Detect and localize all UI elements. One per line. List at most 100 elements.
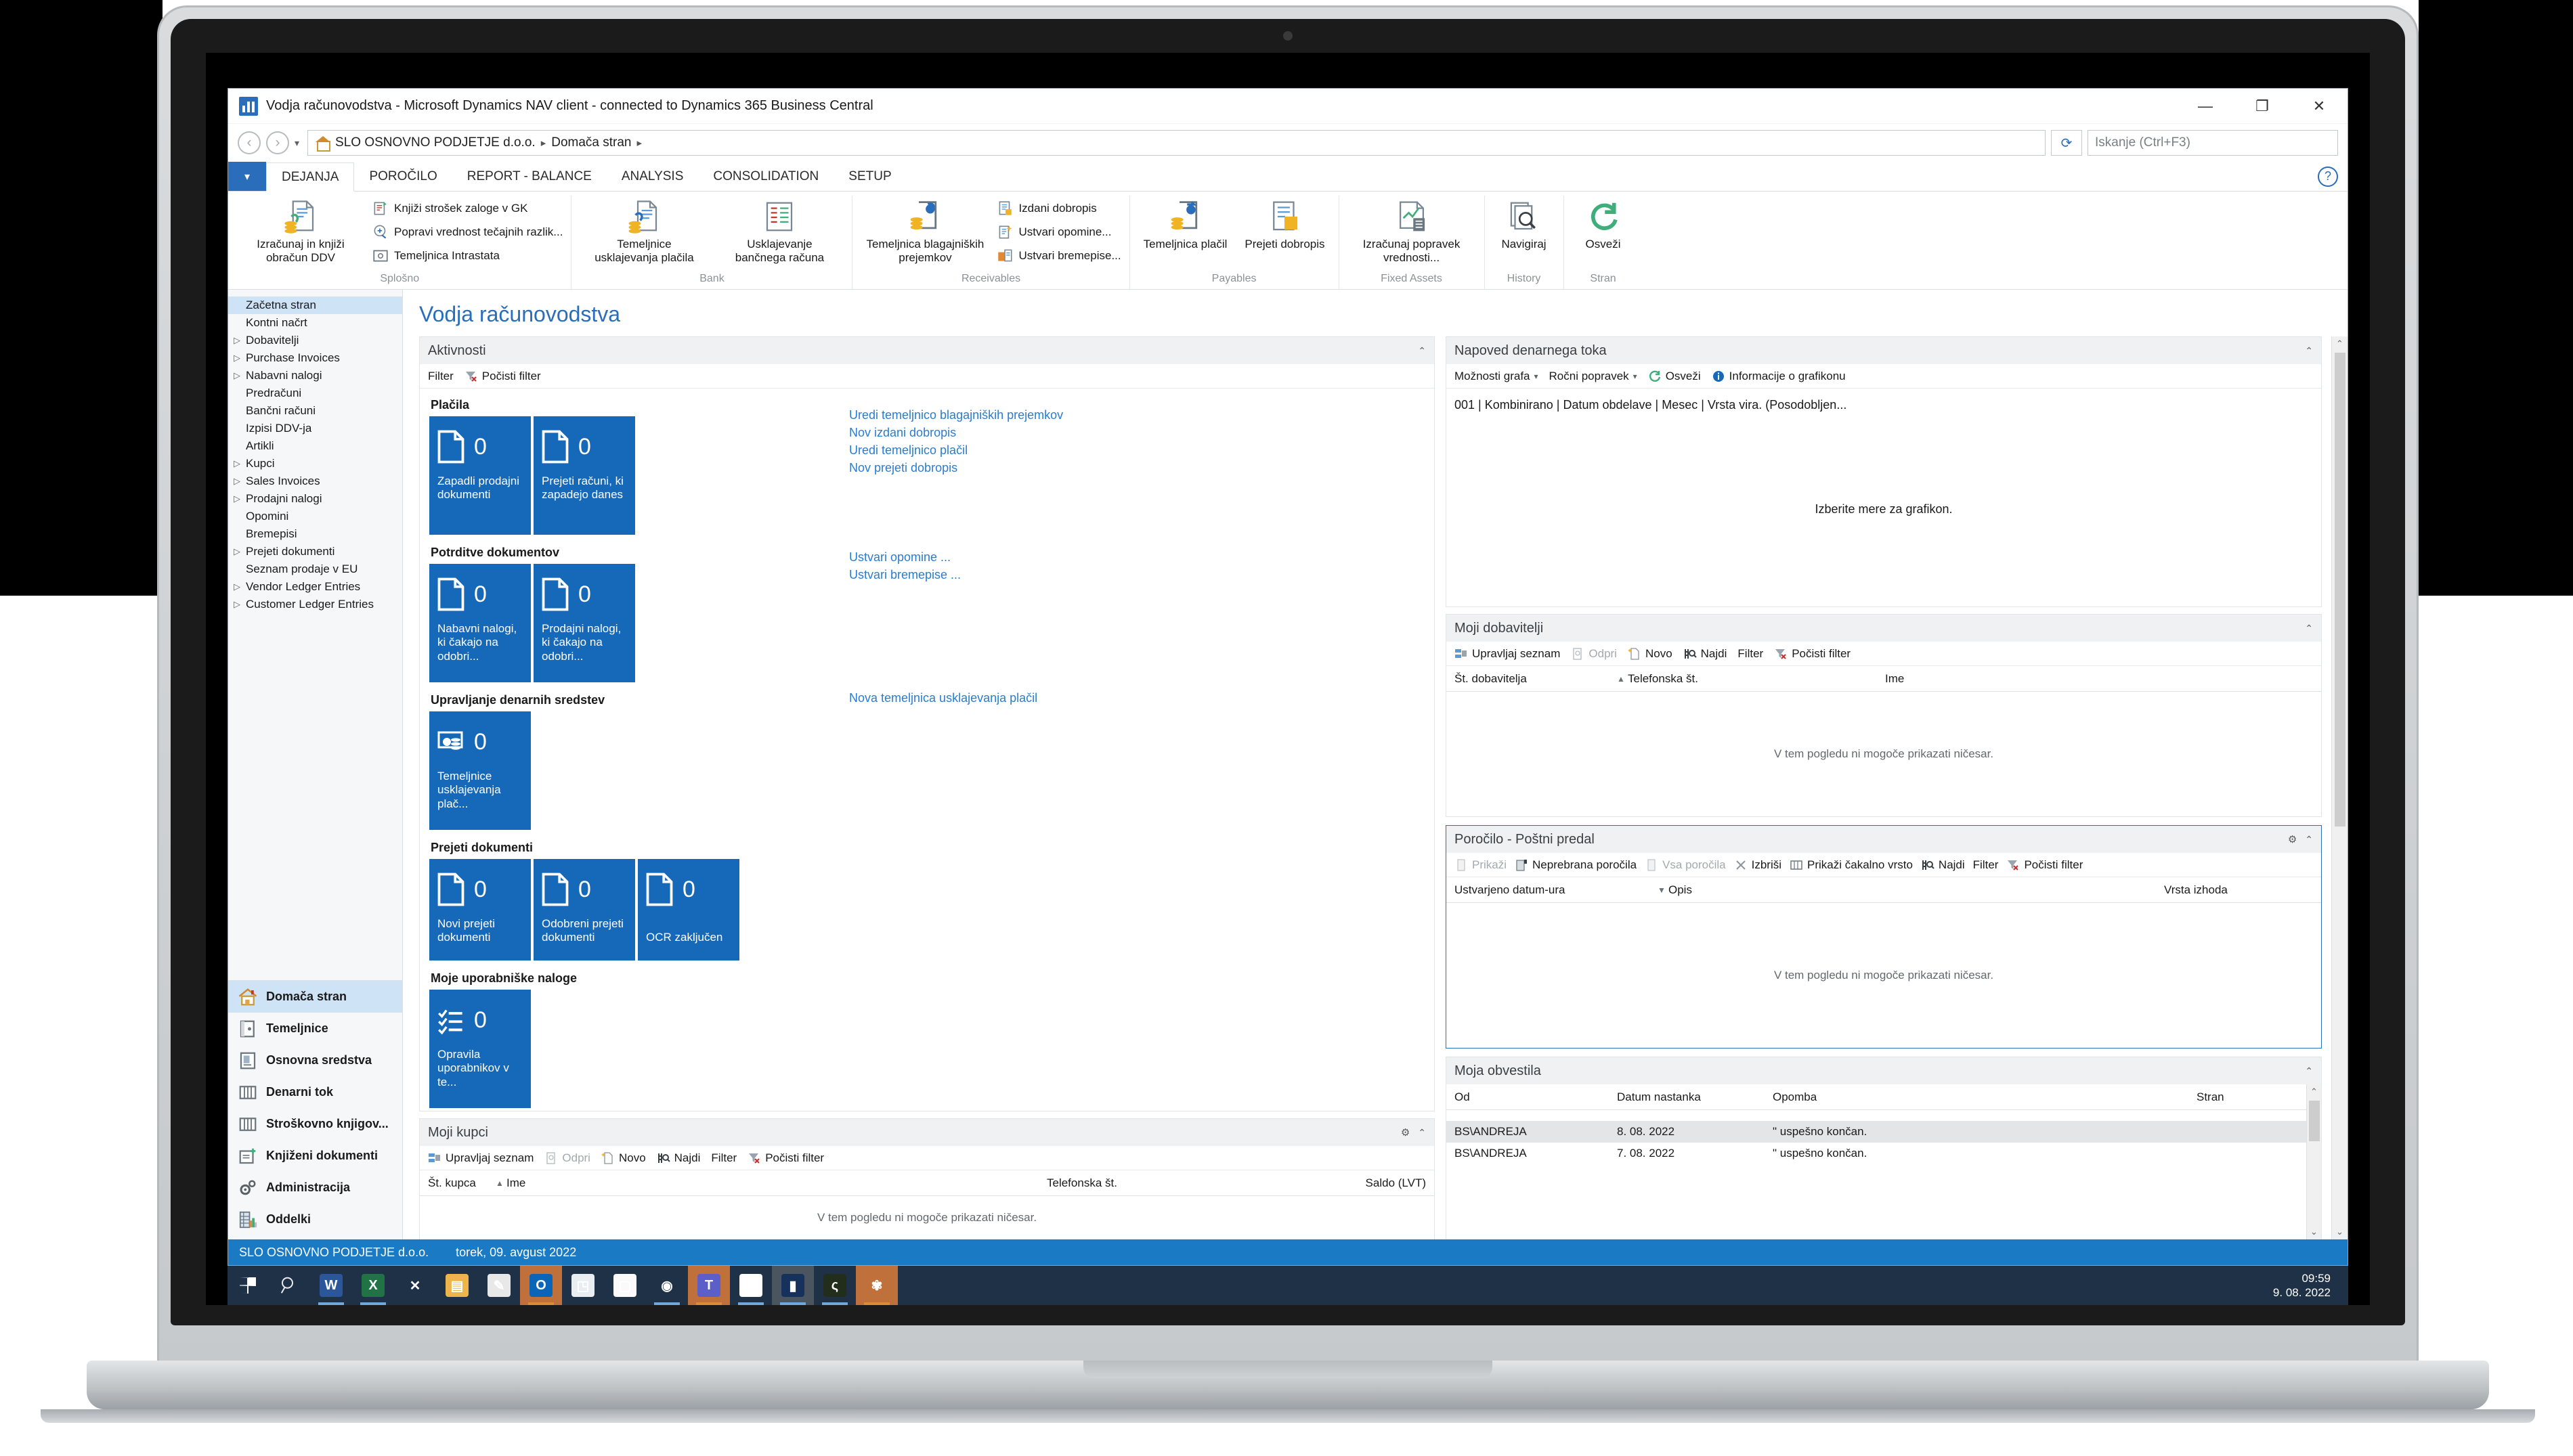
tab-report-balance[interactable]: REPORT - BALANCE xyxy=(452,162,607,191)
nav-action-oddelki[interactable]: Oddelki xyxy=(228,1204,402,1235)
filter-button[interactable]: Filter xyxy=(1737,647,1763,661)
nav-tree-item-izpisi-ddv[interactable]: Izpisi DDV-ja xyxy=(228,420,402,437)
history-dropdown-icon[interactable]: ▾ xyxy=(295,137,299,149)
cue-tile-odobreni-prejeti-dokumenti[interactable]: 0 Odobreni prejeti dokumenti xyxy=(534,859,635,961)
chevron-right-icon[interactable]: ▷ xyxy=(234,353,246,363)
show-queue-button[interactable]: Prikaži čakalno vrsto xyxy=(1790,858,1913,872)
tab-porocilo[interactable]: POROČILO xyxy=(354,162,452,191)
nav-tree-item-prodajni-nalogi[interactable]: ▷ Prodajni nalogi xyxy=(228,490,402,508)
column-header[interactable]: Št. dobavitelja xyxy=(1454,672,1617,686)
collapse-icon[interactable]: ⌃ xyxy=(1418,1127,1426,1139)
taskbar-app-word[interactable]: W xyxy=(310,1266,352,1305)
nav-tree-item-sales-invoices[interactable]: ▷ Sales Invoices xyxy=(228,472,402,490)
nav-tree-item-zacetna-stran[interactable]: Začetna stran xyxy=(228,296,402,314)
taskbar-app-green[interactable]: ς xyxy=(814,1266,856,1305)
link-uredi-temeljnico-blagajniskih-prejemkov[interactable]: Uredi temeljnico blagajniških prejemkov xyxy=(849,406,1063,424)
nav-tree-item-dobavitelji[interactable]: ▷ Dobavitelji xyxy=(228,332,402,349)
taskbar-app-notes[interactable]: ✎ xyxy=(478,1266,520,1305)
show-button[interactable]: Prikaži xyxy=(1454,858,1507,872)
nav-action-temeljnice[interactable]: Temeljnice xyxy=(228,1013,402,1044)
notifications-scrollbar[interactable]: ⌃ ⌄ xyxy=(2306,1084,2321,1239)
link-nov-prejeti-dobropis[interactable]: Nov prejeti dobropis xyxy=(849,459,1063,477)
ribbon-btn-knjizi-strosek[interactable]: Knjiži strošek zaloge v GK xyxy=(372,200,563,217)
column-header[interactable]: Št. kupca xyxy=(428,1176,496,1190)
nav-action-denarni-tok[interactable]: Denarni tok xyxy=(228,1076,402,1108)
help-icon[interactable]: ? xyxy=(2318,166,2338,187)
chart-information-button[interactable]: Informacije o grafikonu xyxy=(1712,370,1846,383)
column-header[interactable]: Telefonska št. xyxy=(1628,672,1885,686)
nav-tree-item-opomini[interactable]: Opomini xyxy=(228,508,402,525)
clear-filter-button[interactable]: Počisti filter xyxy=(748,1151,824,1165)
ribbon-btn-popravi-tecaj[interactable]: Popravi vrednost tečajnih razlik... xyxy=(372,223,563,241)
ribbon-btn-navigiraj[interactable]: Navigiraj xyxy=(1493,196,1555,251)
scroll-up-icon[interactable]: ⌃ xyxy=(2336,336,2343,351)
clear-filter-button[interactable]: Počisti filter xyxy=(2006,858,2083,872)
ribbon-btn-izracunaj-ddv[interactable]: Izračunaj in knjiži obračun DDV xyxy=(236,196,365,264)
open-button[interactable]: Odpri xyxy=(544,1151,590,1165)
link-ustvari-opomine[interactable]: Ustvari opomine ... xyxy=(849,548,961,566)
address-refresh-button[interactable]: ⟳ xyxy=(2051,130,2082,156)
scroll-up-icon[interactable]: ⌃ xyxy=(2310,1084,2318,1099)
chevron-down-icon[interactable]: ▾ xyxy=(1633,372,1637,381)
nav-action-knjizeni-dokumenti[interactable]: Knjiženi dokumenti xyxy=(228,1140,402,1172)
nav-tree-item-prejeti-dokumenti[interactable]: ▷ Prejeti dokumenti xyxy=(228,543,402,560)
breadcrumb-company[interactable]: SLO OSNOVNO PODJETJE d.o.o. xyxy=(335,135,536,150)
clear-filter-button[interactable]: Počisti filter xyxy=(1774,647,1851,661)
column-header[interactable]: Ustvarjeno datum-ura xyxy=(1454,883,1658,897)
chevron-right-icon[interactable]: ▷ xyxy=(234,476,246,487)
new-button[interactable]: Novo xyxy=(601,1151,646,1165)
cue-tile-prejeti-racuni-zapadejo-danes[interactable]: 0 Prejeti računi, ki zapadejo danes xyxy=(534,416,635,535)
nav-tree-item-customer-ledger-entries[interactable]: ▷ Customer Ledger Entries xyxy=(228,596,402,613)
nav-action-domaca-stran[interactable]: Domača stran xyxy=(228,981,402,1013)
taskbar-app-file-explorer[interactable]: ▤ xyxy=(436,1266,478,1305)
manual-adjustment-button[interactable]: Ročni popravek ▾ xyxy=(1549,370,1637,383)
ribbon-btn-temeljnica-blagajna[interactable]: Temeljnica blagajniških prejemkov xyxy=(861,196,989,264)
unread-reports-button[interactable]: Neprebrana poročila xyxy=(1515,858,1637,872)
taskbar-app-visual-studio[interactable]: ✕ xyxy=(394,1266,436,1305)
filter-button[interactable]: Filter xyxy=(1973,858,1999,872)
scroll-down-icon[interactable]: ⌄ xyxy=(2336,1225,2343,1239)
chevron-right-icon[interactable]: ▷ xyxy=(234,546,246,557)
table-row[interactable]: BS\ANDREJA 8. 08. 2022 " uspešno končan. xyxy=(1446,1121,2306,1143)
column-header[interactable]: Saldo (LVT) xyxy=(1345,1176,1426,1190)
ribbon-dropdown-button[interactable]: ▾ xyxy=(228,162,266,191)
taskbar-app-phone-link[interactable]: ▢ xyxy=(604,1266,646,1305)
tab-analysis[interactable]: ANALYSIS xyxy=(607,162,699,191)
nav-tree-item-kontni-nacrt[interactable]: Kontni načrt xyxy=(228,314,402,332)
nav-tree-item-nabavni-nalogi[interactable]: ▷ Nabavni nalogi xyxy=(228,367,402,384)
taskbar-app-paint[interactable]: ✾ xyxy=(856,1266,898,1305)
ribbon-btn-prejeti-dobropis[interactable]: Prejeti dobropis xyxy=(1239,196,1330,251)
chevron-right-icon[interactable]: ▷ xyxy=(234,493,246,504)
nav-tree-item-purchase-invoices[interactable]: ▷ Purchase Invoices xyxy=(228,349,402,367)
taskbar-app-teams[interactable]: T xyxy=(688,1266,730,1305)
link-ustvari-bremepise[interactable]: Ustvari bremepise ... xyxy=(849,566,961,583)
all-reports-button[interactable]: Vsa poročila xyxy=(1645,858,1726,872)
taskbar-app-outlook[interactable]: O xyxy=(520,1266,562,1305)
column-header[interactable]: Od xyxy=(1454,1090,1617,1104)
column-header[interactable]: Opomba xyxy=(1773,1090,2197,1104)
manage-list-button[interactable]: Upravljaj seznam xyxy=(1454,647,1560,661)
ribbon-btn-temeljnica-placil[interactable]: Temeljnica plačil xyxy=(1138,196,1233,251)
taskbar-search-button[interactable] xyxy=(268,1266,310,1305)
column-header[interactable]: Ime xyxy=(1885,672,2313,686)
chevron-right-icon[interactable]: ▷ xyxy=(234,458,246,469)
filter-button[interactable]: Filter xyxy=(428,370,454,383)
find-button[interactable]: Najdi xyxy=(1683,647,1727,661)
column-header[interactable]: Stran xyxy=(2197,1090,2298,1104)
minimize-button[interactable]: — xyxy=(2177,89,2234,124)
cue-tile-temeljnice-usklajevanja-placil[interactable]: 0 Temeljnice usklajevanja plač... xyxy=(429,711,531,830)
taskbar-clock[interactable]: 09:59 9. 08. 2022 xyxy=(2273,1271,2348,1300)
nav-action-stroskovno-knjigovodstvo[interactable]: Stroškovno knjigov... xyxy=(228,1108,402,1140)
filter-button[interactable]: Filter xyxy=(711,1151,737,1165)
nav-tree-item-vendor-ledger-entries[interactable]: ▷ Vendor Ledger Entries xyxy=(228,578,402,596)
tab-setup[interactable]: SETUP xyxy=(834,162,906,191)
column-header[interactable]: Ime xyxy=(506,1176,1047,1190)
chevron-right-icon[interactable]: ▷ xyxy=(234,335,246,346)
clear-filter-button[interactable]: Počisti filter xyxy=(464,370,541,383)
back-button[interactable]: ‹ xyxy=(238,131,261,154)
search-input[interactable]: Iskanje (Ctrl+F3) xyxy=(2088,130,2338,156)
nav-action-administracija[interactable]: Administracija xyxy=(228,1172,402,1204)
gear-icon[interactable]: ⚙ xyxy=(2288,833,2297,845)
column-header[interactable]: Telefonska št. xyxy=(1047,1176,1345,1190)
chevron-right-icon[interactable]: ▷ xyxy=(234,599,246,610)
